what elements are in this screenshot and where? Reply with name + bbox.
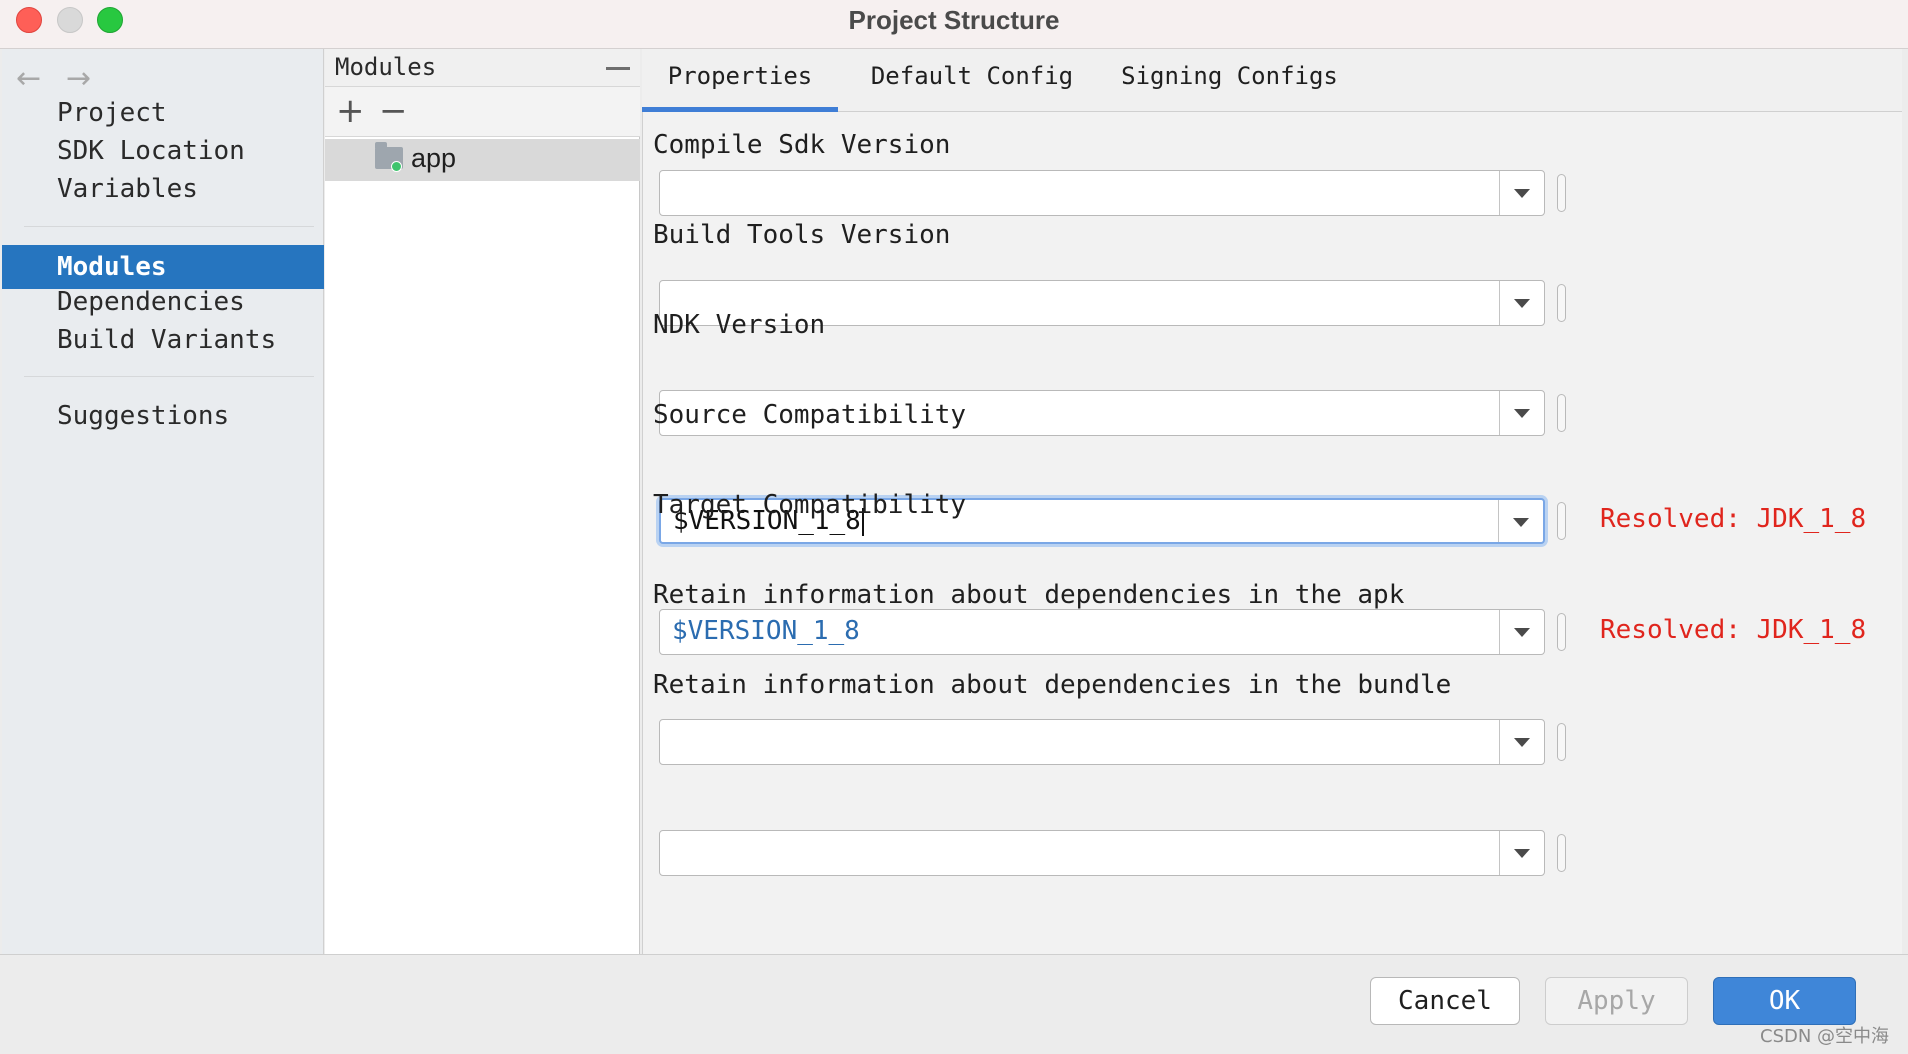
- field-options-handle[interactable]: [1557, 834, 1566, 872]
- left-navigation: ← → Project SDK Location Variables Module…: [2, 49, 324, 954]
- module-status-dot: [391, 161, 402, 172]
- tab-bar: Properties Default Config Signing Config…: [642, 49, 1902, 112]
- field-label: Retain information about dependencies in…: [653, 670, 1452, 700]
- cancel-button[interactable]: Cancel: [1370, 977, 1520, 1025]
- chevron-down-icon[interactable]: [1499, 391, 1544, 435]
- chevron-down-icon[interactable]: [1499, 610, 1544, 654]
- field-label: Source Compatibility: [653, 400, 967, 430]
- watermark: CSDN @空中海: [1760, 1026, 1890, 1047]
- modules-header-label: Modules: [335, 53, 437, 81]
- field-label: Compile Sdk Version: [653, 130, 951, 160]
- add-module-icon[interactable]: +: [336, 91, 365, 131]
- chevron-down-icon[interactable]: [1499, 281, 1544, 325]
- module-name: app: [411, 143, 457, 173]
- modules-toolbar: + −: [325, 87, 640, 137]
- field-options-handle[interactable]: [1557, 174, 1566, 212]
- field-options-handle[interactable]: [1557, 613, 1566, 651]
- collapse-icon[interactable]: [606, 67, 630, 70]
- nav-divider: [24, 226, 314, 227]
- chevron-down-icon[interactable]: [1499, 171, 1544, 215]
- chevron-down-icon[interactable]: [1498, 500, 1543, 542]
- remove-module-icon[interactable]: −: [379, 91, 408, 131]
- module-item-app[interactable]: app: [325, 139, 640, 181]
- tab-properties[interactable]: Properties: [642, 49, 838, 112]
- properties-panel: Compile Sdk Version Build Tools Version …: [642, 112, 1902, 954]
- resolved-value: Resolved: JDK_1_8: [1600, 615, 1867, 645]
- nav-divider: [24, 376, 314, 377]
- chevron-down-icon[interactable]: [1499, 720, 1544, 764]
- modules-header: Modules: [325, 49, 640, 87]
- tab-signing-configs[interactable]: Signing Configs: [1117, 49, 1342, 112]
- chevron-down-icon[interactable]: [1499, 831, 1544, 875]
- field-label: Target Compatibility: [653, 490, 967, 520]
- nav-item-suggestions[interactable]: Suggestions: [57, 394, 229, 438]
- field-options-handle[interactable]: [1557, 284, 1566, 322]
- combo-value: $VERSION_1_8: [672, 616, 860, 646]
- window-title: Project Structure: [848, 5, 1060, 35]
- nav-item-variables[interactable]: Variables: [57, 167, 198, 211]
- field-label: NDK Version: [653, 310, 826, 340]
- tab-default-config[interactable]: Default Config: [867, 49, 1077, 112]
- retain-dependencies-bundle-combo[interactable]: [659, 830, 1545, 876]
- retain-dependencies-apk-combo[interactable]: [659, 719, 1545, 765]
- field-options-handle[interactable]: [1557, 723, 1566, 761]
- field-label: Retain information about dependencies in…: [653, 580, 1405, 610]
- apply-button[interactable]: Apply: [1545, 977, 1688, 1025]
- field-options-handle[interactable]: [1557, 502, 1566, 540]
- nav-item-build-variants[interactable]: Build Variants: [57, 318, 276, 362]
- compile-sdk-version-combo[interactable]: [659, 170, 1545, 216]
- title-bar: Project Structure: [0, 0, 1908, 49]
- target-compatibility-combo[interactable]: $VERSION_1_8: [659, 609, 1545, 655]
- field-options-handle[interactable]: [1557, 394, 1566, 432]
- field-label: Build Tools Version: [653, 220, 951, 250]
- dialog-footer: Cancel Apply OK: [0, 954, 1908, 1054]
- modules-panel: Modules + − app: [325, 49, 640, 954]
- ok-button[interactable]: OK: [1713, 977, 1856, 1025]
- resolved-value: Resolved: JDK_1_8: [1600, 504, 1867, 534]
